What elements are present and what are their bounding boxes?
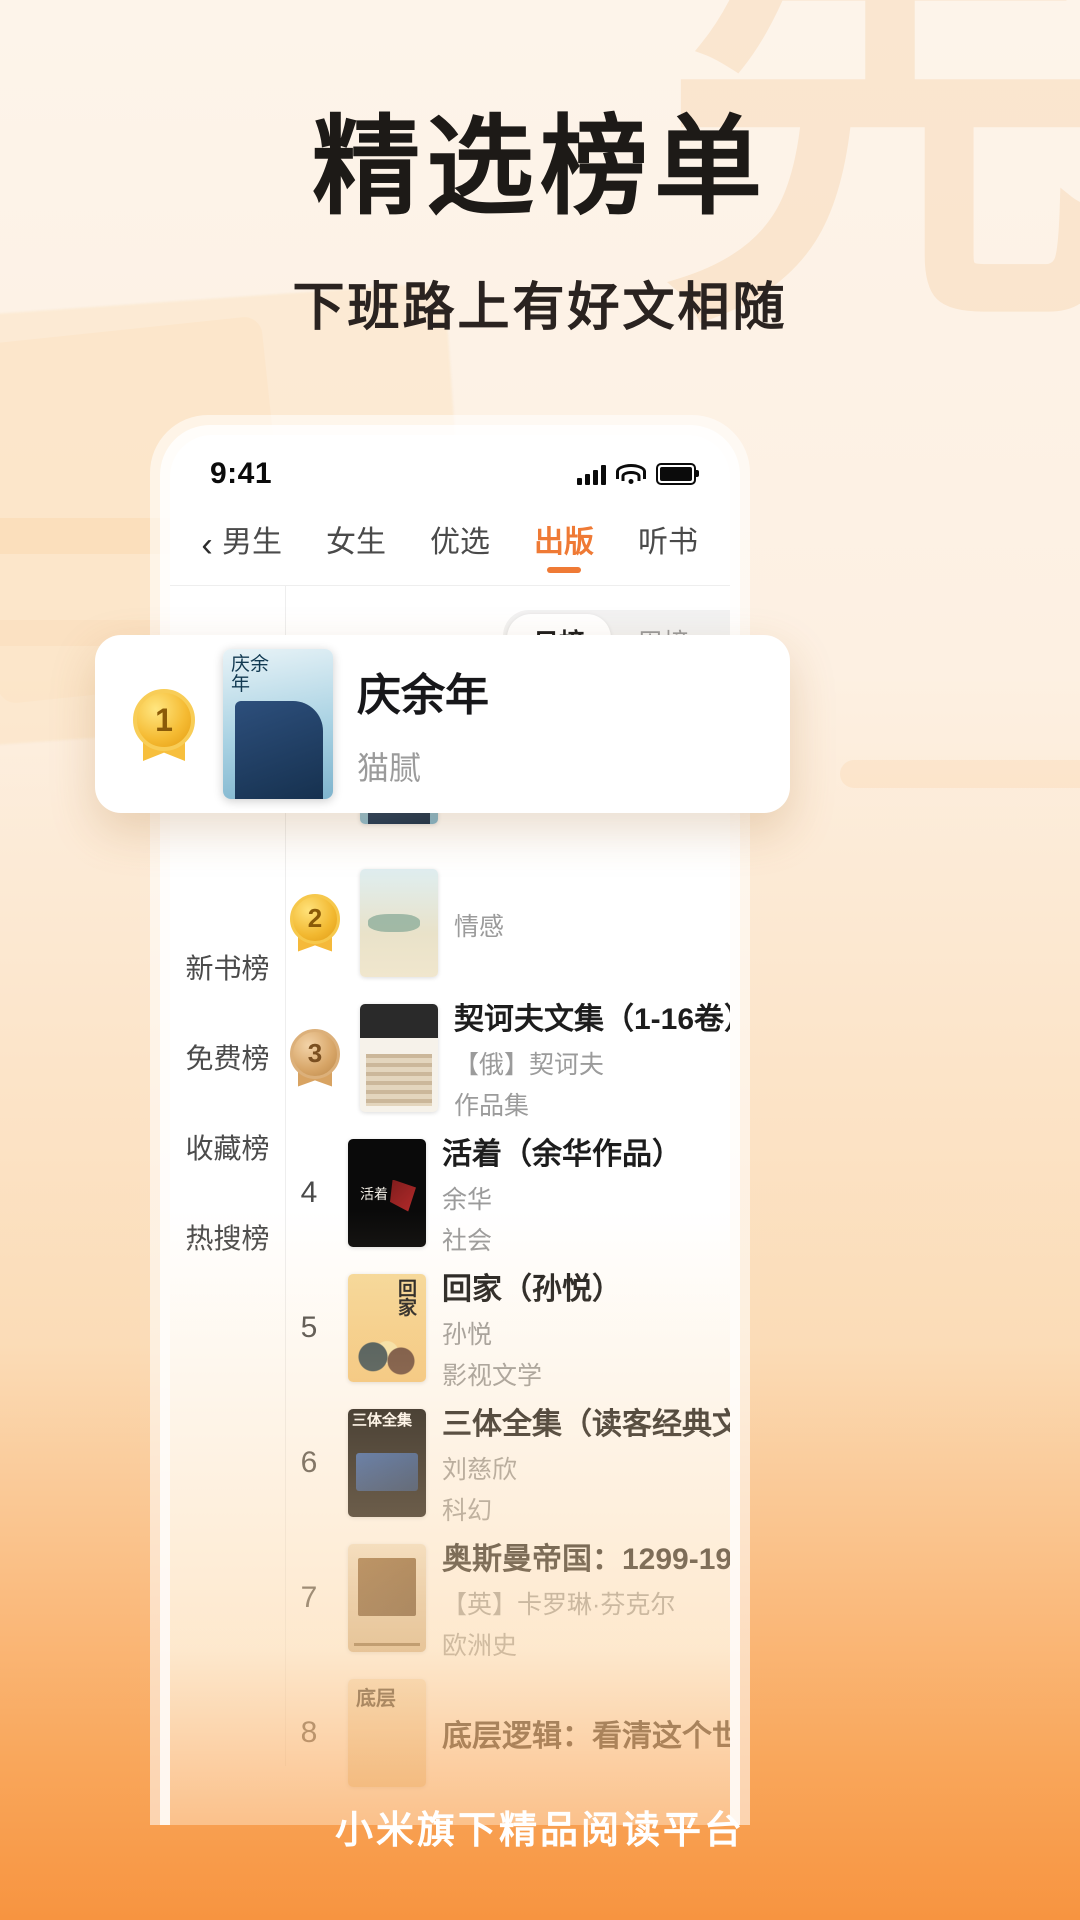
ottoman-cover: [348, 1543, 426, 1652]
decorative-stripe-3: [840, 760, 1080, 788]
sidebar-item-shoucangbang[interactable]: 收藏榜: [170, 1102, 285, 1192]
book-category: 社会: [442, 1226, 493, 1255]
book-title: 庆余年: [357, 671, 489, 720]
rank-number: 4: [300, 1175, 318, 1209]
sidebar-item-mianfeibang[interactable]: 免费榜: [170, 1012, 285, 1102]
book-meta: 情感: [454, 902, 730, 943]
huijia-cover: [348, 1273, 426, 1382]
list-item[interactable]: 3 契诃夫文集（1-16卷） 【俄】契诃夫 作品集: [286, 990, 730, 1125]
book-meta: 底层逻辑：看清这个世界的...: [442, 1711, 730, 1755]
book-author: 【俄】契诃夫: [454, 1050, 605, 1079]
category-tabs: 男生 女生 优选 出版 听书: [222, 517, 708, 573]
rank-number: 7: [300, 1580, 318, 1614]
list-item[interactable]: 6 三体全集（读客经典文库 ... 刘慈欣 科幻: [286, 1395, 730, 1530]
book-meta: 三体全集（读客经典文库 ... 刘慈欣 科幻: [442, 1399, 730, 1527]
qihefu-cover: [360, 1003, 438, 1112]
page-subtitle: 下班路上有好文相随: [292, 280, 788, 338]
book-category: 作品集: [454, 1091, 530, 1120]
tab-tingshu[interactable]: 听书: [638, 517, 698, 573]
bronze-medal-icon: 3: [286, 1028, 344, 1087]
phone-mockup: 9:41 ‹ 男生 女生 优选 出版 听书 热销榜 新书榜: [150, 415, 750, 1825]
rank-number: 8: [300, 1715, 318, 1749]
book-title: 奥斯曼帝国：1299-1923: [442, 1542, 730, 1576]
book-meta: 活着（余华作品） 余华 社会: [442, 1129, 730, 1257]
book-meta: 回家（孙悦） 孙悦 影视文学: [442, 1264, 730, 1392]
book-author: 猫腻: [357, 750, 422, 786]
book-author: 余华: [442, 1185, 493, 1214]
wifi-icon: [616, 464, 646, 484]
rank-number: 1: [133, 689, 195, 751]
book-title: 回家（孙悦）: [442, 1272, 622, 1306]
hero-headline: 精选榜单 下班路上有好文相随: [0, 112, 1080, 340]
huozhe-cover: [348, 1138, 426, 1247]
tab-chuban[interactable]: 出版: [534, 517, 594, 573]
status-icons: [577, 463, 699, 485]
footer-tagline: 小米旗下精品阅读平台: [334, 1810, 745, 1852]
book-title: 契诃夫文集（1-16卷）: [454, 1002, 730, 1036]
list-item[interactable]: 7 奥斯曼帝国：1299-1923 【英】卡罗琳·芬克尔 欧洲史: [286, 1530, 730, 1665]
book-author: 【英】卡罗琳·芬克尔: [442, 1590, 676, 1619]
silver-medal-icon: 2: [286, 893, 344, 952]
book-category: 科幻: [442, 1496, 493, 1525]
gold-medal-icon: 1: [129, 689, 199, 761]
status-bar: 9:41: [170, 435, 730, 505]
top-navigation-bar: ‹ 男生 女生 优选 出版 听书: [170, 505, 730, 585]
battery-full-icon: [656, 463, 699, 485]
book-category: 欧洲史: [442, 1631, 518, 1660]
chevron-left-icon[interactable]: ‹: [192, 528, 222, 562]
rank-number: 6: [300, 1445, 318, 1479]
book-author: 孙悦: [442, 1320, 493, 1349]
highlight-card-meta: 庆余年 猫腻: [357, 659, 756, 789]
book-title: 底层逻辑：看清这个世界的...: [442, 1719, 730, 1753]
tab-nansheng[interactable]: 男生: [222, 517, 282, 573]
list-item[interactable]: 8 底层逻辑：看清这个世界的...: [286, 1665, 730, 1800]
book-category: 情感: [454, 913, 505, 941]
tab-youxuan[interactable]: 优选: [430, 517, 490, 573]
santi-cover: [348, 1408, 426, 1517]
signal-bars-icon: [577, 463, 606, 485]
book-title: 三体全集（读客经典文库 ...: [442, 1407, 730, 1441]
book-title: 活着（余华作品）: [442, 1137, 682, 1171]
book-meta: 契诃夫文集（1-16卷） 【俄】契诃夫 作品集: [454, 994, 730, 1122]
rank-number: 5: [300, 1310, 318, 1344]
emotion-cover: [360, 868, 438, 977]
book-meta: 奥斯曼帝国：1299-1923 【英】卡罗琳·芬克尔 欧洲史: [442, 1534, 730, 1662]
tab-nvsheng[interactable]: 女生: [326, 517, 386, 573]
status-time: 9:41: [210, 457, 273, 490]
sidebar-item-resoubang[interactable]: 热搜榜: [170, 1192, 285, 1282]
sidebar-item-xinshubang[interactable]: 新书榜: [170, 922, 285, 1012]
highlight-card[interactable]: 1 庆余年 猫腻: [95, 635, 790, 813]
page-title: 精选榜单: [311, 109, 768, 228]
dicengluoji-cover: [348, 1678, 426, 1787]
book-category: 影视文学: [442, 1361, 543, 1390]
list-item[interactable]: 4 活着（余华作品） 余华 社会: [286, 1125, 730, 1260]
list-item[interactable]: 5 回家（孙悦） 孙悦 影视文学: [286, 1260, 730, 1395]
book-list: 1 庆余年 猫腻 2: [286, 683, 730, 1800]
list-item[interactable]: 2 情感: [286, 855, 730, 990]
qingyunian-cover: [223, 649, 333, 799]
book-author: 刘慈欣: [442, 1455, 518, 1484]
